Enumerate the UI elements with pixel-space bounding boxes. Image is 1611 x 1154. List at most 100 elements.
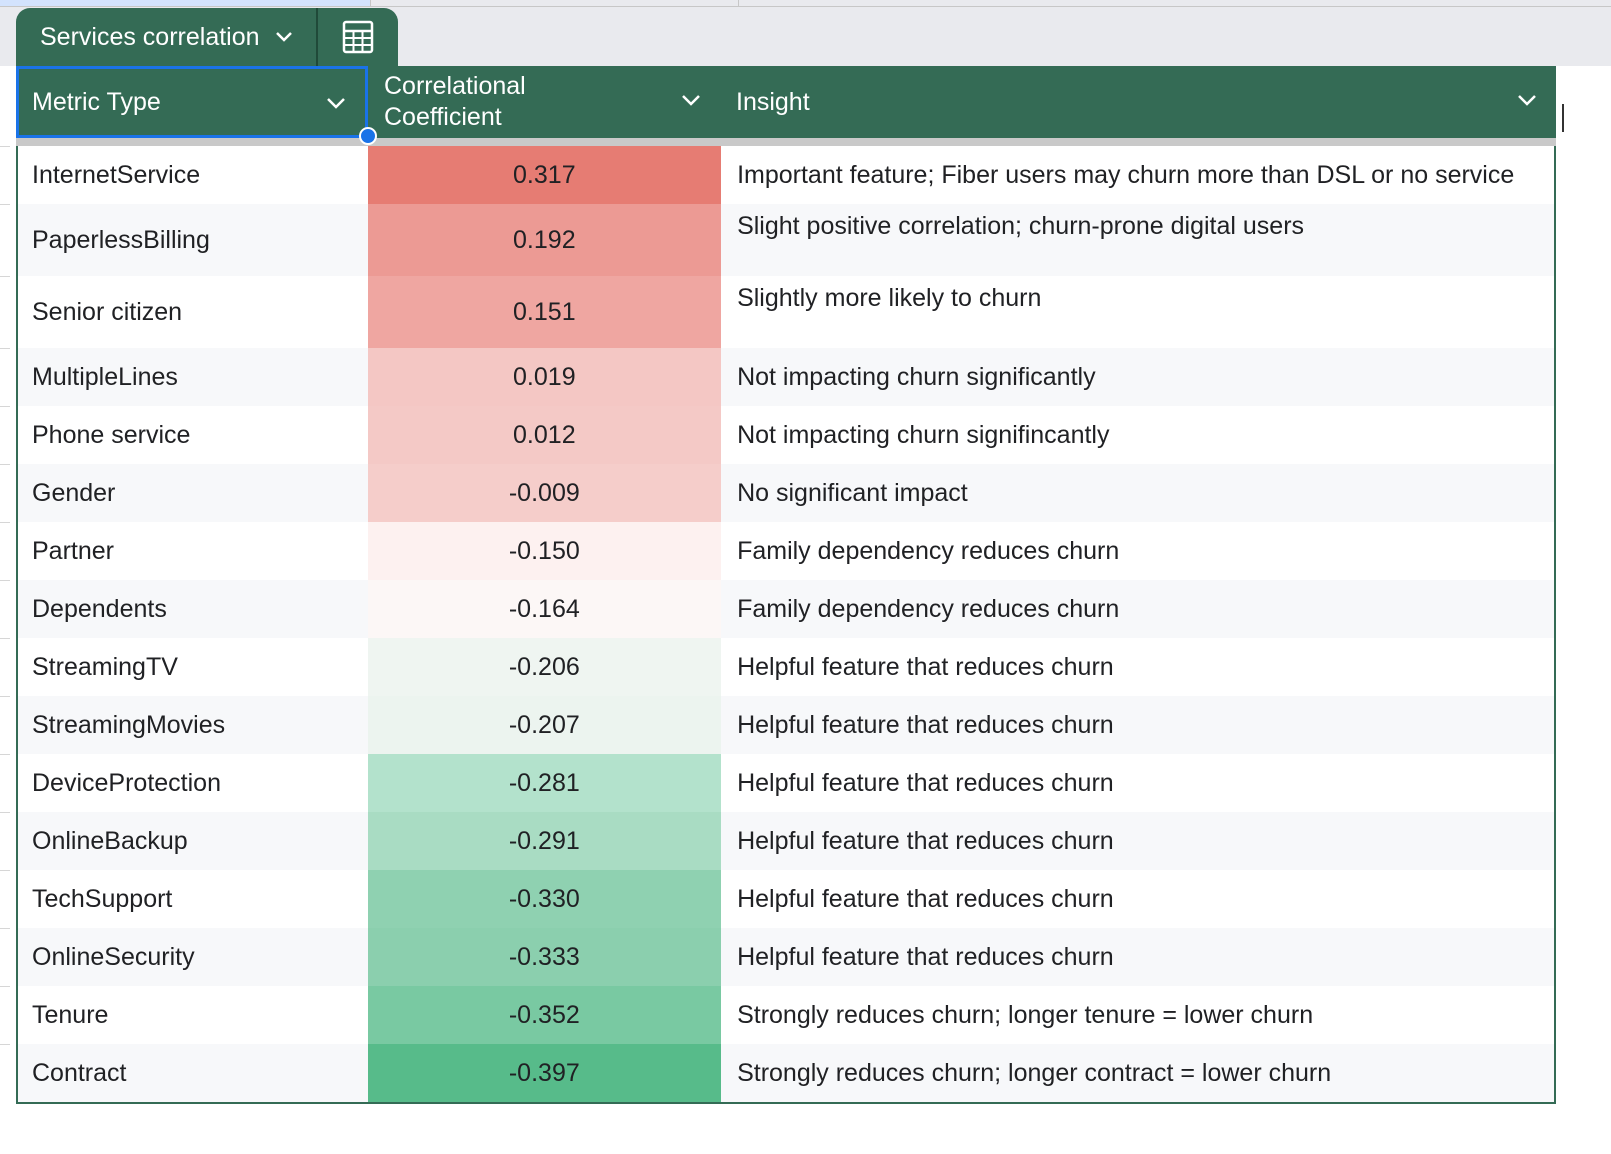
insight-cell[interactable]: Helpful feature that reduces churn bbox=[721, 928, 1554, 986]
coefficient-cell[interactable]: -0.207 bbox=[367, 696, 722, 754]
coefficient-cell[interactable]: -0.330 bbox=[367, 870, 722, 928]
table-row: MultipleLines 0.019 Not impacting churn si… bbox=[16, 348, 1556, 406]
left-gutter bbox=[0, 66, 16, 1154]
column-header-label: Metric Type bbox=[32, 87, 161, 116]
table-row: InternetService 0.317 Important feature; F… bbox=[16, 146, 1556, 204]
metric-type-cell[interactable]: StreamingTV bbox=[18, 638, 368, 696]
insight-cell[interactable]: Helpful feature that reduces churn bbox=[721, 812, 1554, 870]
metric-type-cell[interactable]: Phone service bbox=[18, 406, 368, 464]
table-row: TechSupport -0.330 Helpful feature that re… bbox=[16, 870, 1556, 928]
metric-type-cell[interactable]: OnlineSecurity bbox=[18, 928, 368, 986]
metric-type-cell[interactable]: PaperlessBilling bbox=[18, 204, 368, 276]
table-row: PaperlessBilling 0.192 Slight positive cor… bbox=[16, 204, 1556, 276]
insight-cell[interactable]: Slightly more likely to churn bbox=[721, 276, 1554, 348]
services-correlation-table: Metric Type Correlational Coefficient In… bbox=[16, 66, 1556, 1104]
table-row: StreamingTV -0.206 Helpful feature that re… bbox=[16, 638, 1556, 696]
table-row: Tenure -0.352 Strongly reduces churn; long… bbox=[16, 986, 1556, 1044]
coefficient-cell[interactable]: -0.164 bbox=[367, 580, 722, 638]
insight-cell[interactable]: Family dependency reduces churn bbox=[721, 580, 1554, 638]
table-tab: Services correlation bbox=[16, 8, 398, 66]
insight-cell[interactable]: Slight positive correlation; churn-prone… bbox=[721, 204, 1554, 276]
coefficient-cell[interactable]: -0.397 bbox=[367, 1044, 722, 1102]
column-header-insight[interactable]: Insight bbox=[720, 66, 1556, 138]
row-gridline bbox=[0, 638, 10, 639]
metric-type-cell[interactable]: OnlineBackup bbox=[18, 812, 368, 870]
table-row: Phone service 0.012 Not impacting churn si… bbox=[16, 406, 1556, 464]
row-gridline bbox=[0, 276, 10, 277]
row-gridline bbox=[0, 348, 10, 349]
coefficient-cell[interactable]: -0.291 bbox=[367, 812, 722, 870]
metric-type-cell[interactable]: Tenure bbox=[18, 986, 368, 1044]
metric-type-cell[interactable]: StreamingMovies bbox=[18, 696, 368, 754]
metric-type-cell[interactable]: TechSupport bbox=[18, 870, 368, 928]
metric-type-cell[interactable]: MultipleLines bbox=[18, 348, 368, 406]
coefficient-cell[interactable]: -0.333 bbox=[367, 928, 722, 986]
chevron-down-icon[interactable] bbox=[325, 95, 347, 111]
row-gridline bbox=[0, 580, 10, 581]
metric-type-cell[interactable]: Gender bbox=[18, 464, 368, 522]
metric-type-cell[interactable]: Dependents bbox=[18, 580, 368, 638]
coefficient-cell[interactable]: -0.150 bbox=[367, 522, 722, 580]
table-name-dropdown[interactable]: Services correlation bbox=[16, 8, 316, 66]
coefficient-cell[interactable]: -0.206 bbox=[367, 638, 722, 696]
table-row: Gender -0.009 No significant impact bbox=[16, 464, 1556, 522]
row-gridline bbox=[0, 146, 10, 147]
row-gridline bbox=[0, 1044, 10, 1045]
coefficient-cell[interactable]: 0.012 bbox=[367, 406, 722, 464]
gridline bbox=[370, 0, 371, 6]
row-gridline bbox=[0, 464, 10, 465]
table-name: Services correlation bbox=[40, 22, 260, 51]
insight-cell[interactable]: Not impacting churn significantly bbox=[721, 348, 1554, 406]
insight-cell[interactable]: Helpful feature that reduces churn bbox=[721, 870, 1554, 928]
row-gridline bbox=[0, 928, 10, 929]
insight-cell[interactable]: No significant impact bbox=[721, 464, 1554, 522]
row-gridline bbox=[0, 754, 10, 755]
row-gridline bbox=[0, 870, 10, 871]
insight-cell[interactable]: Not impacting churn signifincantly bbox=[721, 406, 1554, 464]
column-header-coefficient[interactable]: Correlational Coefficient bbox=[368, 66, 720, 138]
column-header-metric-type[interactable]: Metric Type bbox=[16, 66, 368, 138]
table-row: DeviceProtection -0.281 Helpful feature th… bbox=[16, 754, 1556, 812]
coefficient-cell[interactable]: -0.009 bbox=[367, 464, 722, 522]
chevron-down-icon[interactable] bbox=[680, 92, 702, 108]
table-row: Dependents -0.164 Family dependency reduce… bbox=[16, 580, 1556, 638]
insight-cell[interactable]: Important feature; Fiber users may churn… bbox=[721, 146, 1554, 204]
row-gridline bbox=[0, 522, 10, 523]
chevron-down-icon[interactable] bbox=[1516, 92, 1538, 108]
metric-type-cell[interactable]: Senior citizen bbox=[18, 276, 368, 348]
insight-cell[interactable]: Helpful feature that reduces churn bbox=[721, 696, 1554, 754]
table-calculator-button[interactable] bbox=[318, 8, 398, 66]
coefficient-cell[interactable]: 0.317 bbox=[367, 146, 722, 204]
column-header-label: Insight bbox=[736, 87, 810, 116]
column-header-label: Correlational Coefficient bbox=[384, 72, 526, 131]
right-edge bbox=[1556, 66, 1611, 1154]
row-gridline bbox=[0, 986, 10, 987]
coefficient-cell[interactable]: -0.281 bbox=[367, 754, 722, 812]
chevron-down-icon bbox=[275, 32, 292, 42]
table-row: Contract -0.397 Strongly reduces churn; lo… bbox=[16, 1044, 1556, 1102]
calculator-icon bbox=[342, 20, 374, 54]
table-row: Partner -0.150 Family dependency reduces c… bbox=[16, 522, 1556, 580]
metric-type-cell[interactable]: Partner bbox=[18, 522, 368, 580]
gridline bbox=[0, 6, 1611, 7]
selection-drag-handle[interactable] bbox=[359, 127, 377, 145]
table-row: OnlineBackup -0.291 Helpful feature that r… bbox=[16, 812, 1556, 870]
metric-type-cell[interactable]: Contract bbox=[18, 1044, 368, 1102]
metric-type-cell[interactable]: InternetService bbox=[18, 146, 368, 204]
table-header-row: Metric Type Correlational Coefficient In… bbox=[16, 66, 1556, 145]
frozen-row-divider[interactable] bbox=[16, 138, 1556, 146]
row-gridline bbox=[0, 406, 10, 407]
table-border bbox=[16, 1102, 1556, 1104]
table-row: OnlineSecurity -0.333 Helpful feature that… bbox=[16, 928, 1556, 986]
coefficient-cell[interactable]: 0.151 bbox=[367, 276, 722, 348]
insight-cell[interactable]: Strongly reduces churn; longer contract … bbox=[721, 1044, 1554, 1102]
coefficient-cell[interactable]: -0.352 bbox=[367, 986, 722, 1044]
insight-cell[interactable]: Family dependency reduces churn bbox=[721, 522, 1554, 580]
insight-cell[interactable]: Strongly reduces churn; longer tenure = … bbox=[721, 986, 1554, 1044]
coefficient-cell[interactable]: 0.019 bbox=[367, 348, 722, 406]
insight-cell[interactable]: Helpful feature that reduces churn bbox=[721, 754, 1554, 812]
coefficient-cell[interactable]: 0.192 bbox=[367, 204, 722, 276]
metric-type-cell[interactable]: DeviceProtection bbox=[18, 754, 368, 812]
table-body: InternetService 0.317 Important feature; F… bbox=[16, 146, 1556, 1102]
insight-cell[interactable]: Helpful feature that reduces churn bbox=[721, 638, 1554, 696]
